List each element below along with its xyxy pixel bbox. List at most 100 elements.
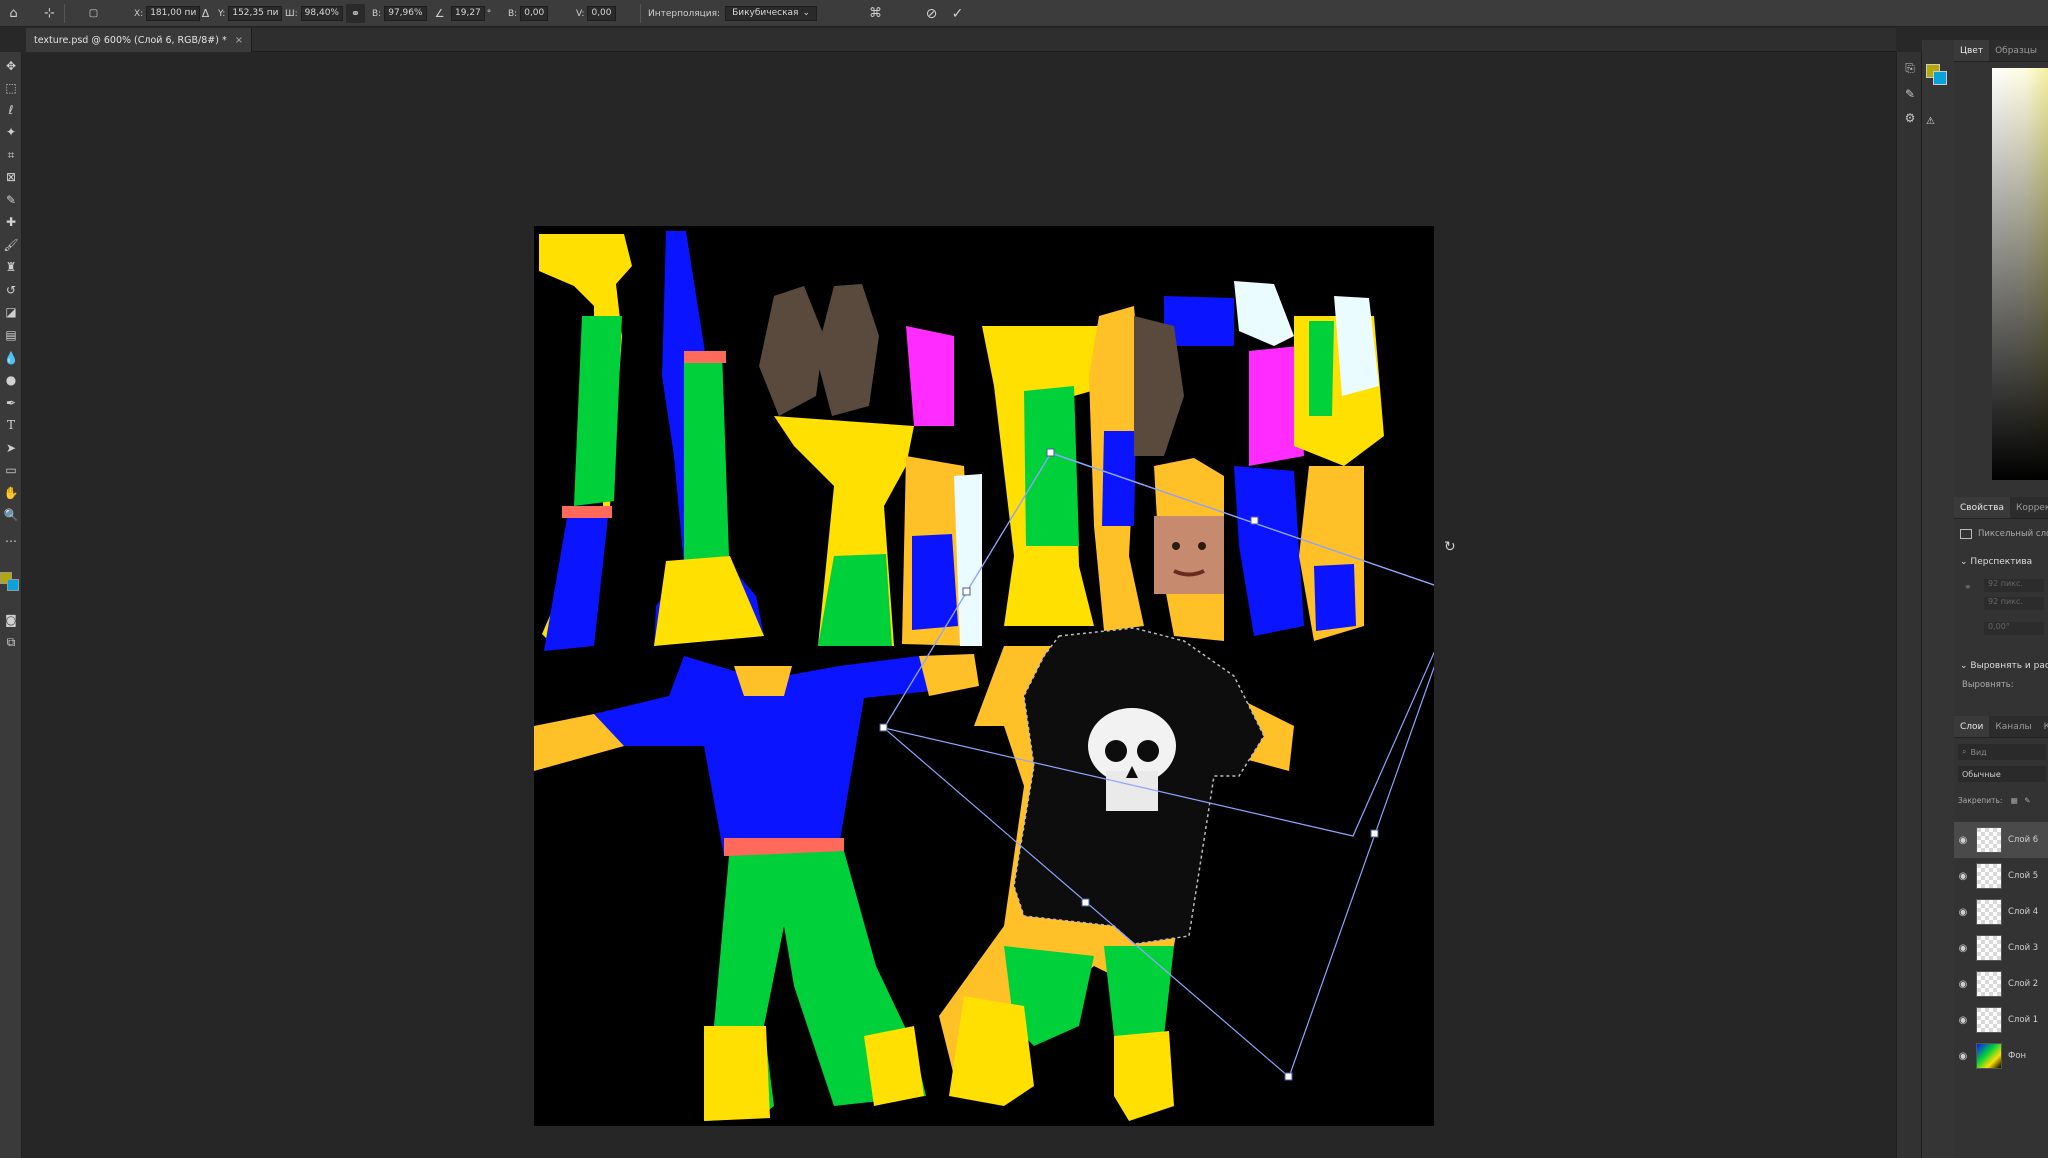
- align-section[interactable]: ⌄ Выровнять и рас: [1960, 661, 2048, 671]
- layer-row[interactable]: ◉ Слой 1: [1954, 1002, 2048, 1038]
- width-input[interactable]: 98,40%: [300, 6, 343, 21]
- tab-adjustments[interactable]: Коррекц: [2010, 497, 2048, 518]
- angle-field-group: 19,27 °: [448, 5, 491, 22]
- move-tool-icon[interactable]: ✥: [1, 56, 21, 76]
- commit-transform-icon[interactable]: ✓: [948, 4, 967, 23]
- screen-mode-icon[interactable]: ⧉: [1, 632, 21, 652]
- layer-row[interactable]: ◉ Слой 6: [1954, 822, 2048, 858]
- leg-blue: [544, 506, 609, 651]
- align-label: Выровнять:: [1962, 680, 2014, 690]
- more-tools-icon[interactable]: …: [1, 528, 21, 548]
- layer-row[interactable]: ◉ Фон: [1954, 1038, 2048, 1074]
- history-brush-tool-icon[interactable]: ↺: [1, 280, 21, 300]
- transform-handle-bl[interactable]: [879, 723, 888, 732]
- right-blue-1: [1102, 431, 1136, 526]
- layer-name: Слой 6: [2008, 835, 2039, 845]
- tab-properties[interactable]: Свойства: [1954, 497, 2010, 518]
- frame-tool-icon[interactable]: ⊠: [1, 167, 21, 187]
- transform-handle-bottom[interactable]: [1081, 898, 1090, 907]
- prop-width-field[interactable]: 92 пикс.: [1984, 579, 2044, 592]
- y-input[interactable]: 152,35 пи: [228, 6, 283, 21]
- perspective-section[interactable]: ⌄ Перспектива: [1960, 557, 2032, 567]
- prop-height-field[interactable]: 92 пикс.: [1984, 597, 2044, 610]
- warp-icon[interactable]: ⌘: [866, 4, 885, 23]
- blend-mode-select[interactable]: Обычные: [1958, 766, 2046, 782]
- color-picker-field[interactable]: [1992, 68, 2048, 480]
- lasso-tool-icon[interactable]: ℓ: [1, 100, 21, 120]
- transform-handle-tl[interactable]: [1046, 448, 1055, 457]
- eye-icon[interactable]: ◉: [1954, 871, 1972, 882]
- layer-row[interactable]: ◉ Слой 5: [1954, 858, 2048, 894]
- eraser-tool-icon[interactable]: ◪: [1, 302, 21, 322]
- path-selection-tool-icon[interactable]: ➤: [1, 438, 21, 458]
- height-field-group: В: 97,96%: [372, 5, 427, 22]
- layer-filter-input[interactable]: ⌕ Вид: [1958, 744, 2046, 760]
- rotate-cursor-icon: ↻: [1444, 539, 1456, 555]
- transform-handle-right[interactable]: [1370, 829, 1379, 838]
- eyedropper-tool-icon[interactable]: ✎: [1, 190, 21, 210]
- angle-icon: ∠: [434, 7, 445, 20]
- color-swatch-pair[interactable]: [1924, 64, 1950, 90]
- lock-paint-icon[interactable]: ✎: [2024, 796, 2030, 805]
- reference-point-icon[interactable]: ⊹: [40, 4, 59, 23]
- eye-icon[interactable]: ◉: [1954, 943, 1972, 954]
- magic-wand-tool-icon[interactable]: ✦: [1, 122, 21, 142]
- transform-handle-br[interactable]: [1284, 1072, 1293, 1081]
- blur-tool-icon[interactable]: 💧: [1, 348, 21, 368]
- link-icon[interactable]: ⚭: [346, 4, 365, 23]
- tab-layers[interactable]: Слои: [1954, 716, 1990, 737]
- eye-icon[interactable]: ◉: [1954, 1051, 1972, 1062]
- layer-row[interactable]: ◉ Слой 2: [1954, 966, 2048, 1002]
- tab-swatches[interactable]: Образцы: [1989, 40, 2043, 61]
- hskew-input[interactable]: 0,00: [520, 6, 549, 21]
- transform-handle-top[interactable]: [1250, 516, 1259, 525]
- angle-input[interactable]: 19,27: [451, 6, 485, 21]
- eye-icon[interactable]: ◉: [1954, 979, 1972, 990]
- cancel-transform-icon[interactable]: ⊘: [922, 4, 941, 23]
- x-input[interactable]: 181,00 пи: [146, 6, 201, 21]
- lock-pixels-icon[interactable]: ▦: [2011, 796, 2018, 805]
- close-tab-icon[interactable]: ×: [235, 35, 243, 46]
- zoom-tool-icon[interactable]: 🔍: [1, 505, 21, 525]
- right-blue-3: [1314, 564, 1356, 631]
- layer-name: Слой 4: [2008, 907, 2039, 917]
- quick-mask-icon[interactable]: ◙: [1, 610, 21, 630]
- eye-icon[interactable]: ◉: [1954, 907, 1972, 918]
- background-color-swatch[interactable]: [7, 579, 19, 591]
- transform-handle-left[interactable]: [962, 587, 971, 596]
- layer-row[interactable]: ◉ Слой 3: [1954, 930, 2048, 966]
- history-panel-icon[interactable]: ⎘: [1900, 58, 1920, 78]
- pen-tool-icon[interactable]: ✒: [1, 393, 21, 413]
- link-icon[interactable]: ⚭: [1964, 583, 1972, 593]
- hand-tool-icon[interactable]: ✋: [1, 483, 21, 503]
- height-input[interactable]: 97,96%: [384, 6, 427, 21]
- document-canvas[interactable]: [534, 226, 1434, 1126]
- brush-tool-icon[interactable]: 🖌: [1, 235, 21, 255]
- layer-row[interactable]: ◉ Слой 4: [1954, 894, 2048, 930]
- tab-channels[interactable]: Каналы: [1989, 716, 2037, 737]
- vskew-input[interactable]: 0,00: [587, 6, 616, 21]
- canvas-workspace[interactable]: ↻: [22, 53, 1896, 1158]
- second-leg-stripe: [684, 351, 726, 363]
- eye-icon[interactable]: ◉: [1954, 835, 1972, 846]
- interpolation-select[interactable]: Бикубическая ⌄: [725, 6, 817, 21]
- type-tool-icon[interactable]: T: [1, 415, 21, 435]
- tab-color[interactable]: Цвет: [1954, 40, 1990, 61]
- document-tab[interactable]: texture.psd @ 600% (Слой 6, RGB/8#) * ×: [26, 28, 253, 52]
- perspective-title: Перспектива: [1970, 557, 2033, 567]
- rectangle-tool-icon[interactable]: ▭: [1, 460, 21, 480]
- reference-grid-icon[interactable]: ▢: [84, 4, 103, 23]
- layer-name: Фон: [2008, 1051, 2027, 1061]
- adjustments-icon[interactable]: ⚙: [1900, 108, 1920, 128]
- crop-tool-icon[interactable]: ⌗: [1, 145, 21, 165]
- marquee-tool-icon[interactable]: ⬚: [1, 78, 21, 98]
- stamp-tool-icon[interactable]: ♜: [1, 257, 21, 277]
- home-icon[interactable]: ⌂: [4, 4, 23, 23]
- dodge-tool-icon[interactable]: ●: [1, 370, 21, 390]
- tab-paths[interactable]: К: [2038, 716, 2048, 737]
- healing-brush-tool-icon[interactable]: ✚: [1, 212, 21, 232]
- gradient-tool-icon[interactable]: ▤: [1, 325, 21, 345]
- brush-settings-icon[interactable]: ✎: [1900, 84, 1920, 104]
- prop-angle-field[interactable]: 0,00°: [1984, 622, 2044, 635]
- eye-icon[interactable]: ◉: [1954, 1015, 1972, 1026]
